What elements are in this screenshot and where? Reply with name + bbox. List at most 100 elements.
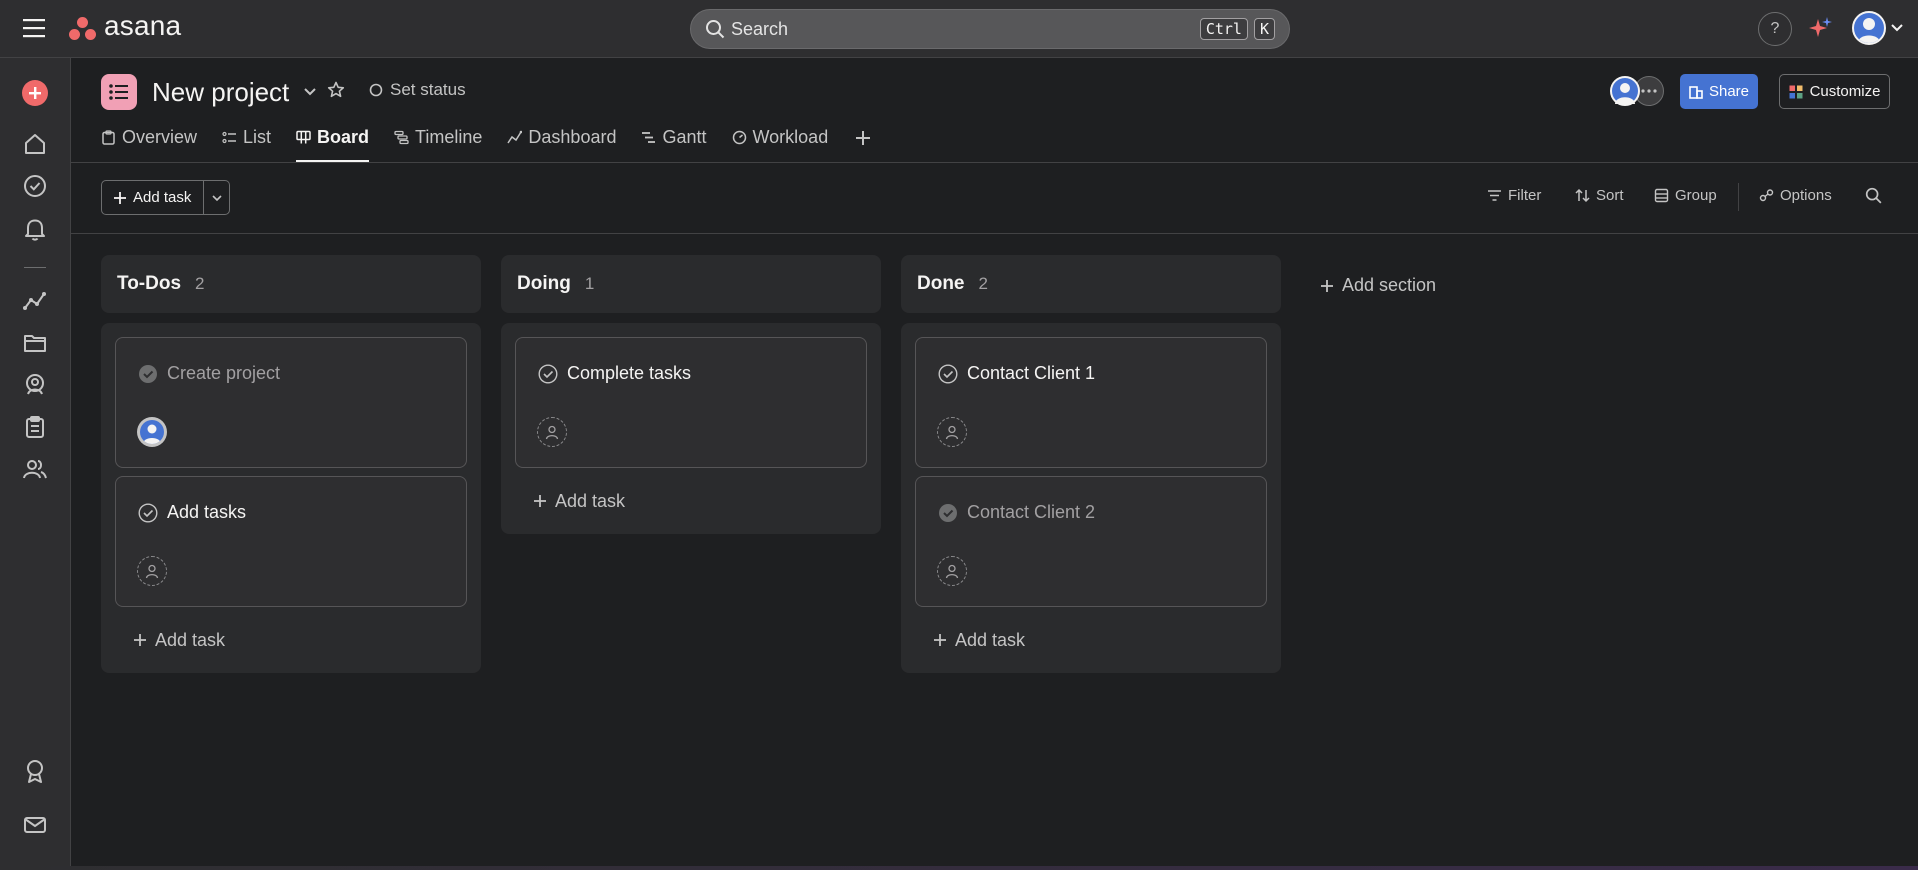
goals-person-icon[interactable] [22,372,48,398]
completed-check-icon[interactable] [938,503,958,523]
add-tab-plus-icon[interactable] [853,128,873,148]
tab-label: Workload [752,127,829,147]
toolbar-divider [71,233,1918,234]
tab-label: Gantt [662,127,707,147]
set-status-button[interactable]: Set status [369,80,466,100]
share-label: Share [1708,83,1750,100]
task-card[interactable]: Add tasks [115,476,467,607]
filter-icon [1488,190,1501,201]
asana-logo[interactable]: asana [68,12,181,42]
group-button[interactable]: Group [1654,187,1717,204]
add-task-button[interactable]: Add task [101,180,205,215]
column-name: Doing [517,273,571,294]
column-header[interactable]: Done 2 [901,255,1281,313]
favorite-star-icon[interactable] [327,81,345,99]
column-add-task-button[interactable]: Add task [515,476,867,526]
tab-dashboard[interactable]: Dashboard [507,124,616,162]
chevron-down-icon[interactable] [1890,22,1904,34]
column-header[interactable]: To-Dos 2 [101,255,481,313]
toolbar-separator [1738,183,1739,211]
board-column-done: Done 2 Contact Client 1 Contact Client 2… [901,255,1281,673]
task-name: Contact Client 2 [967,502,1096,522]
help-button[interactable]: ? [1758,12,1792,46]
workload-gauge-icon [732,130,746,145]
user-avatar[interactable] [1852,11,1886,45]
board-icon [296,130,311,144]
filter-label: Filter [1508,187,1542,204]
assign-placeholder-icon[interactable] [937,417,967,447]
tab-overview[interactable]: Overview [101,124,197,162]
list-icon [222,131,237,144]
achievements-ribbon-icon[interactable] [22,758,48,784]
task-card[interactable]: Complete tasks [515,337,867,468]
assign-placeholder-icon[interactable] [537,417,567,447]
add-task-label: Add task [955,629,1026,650]
project-menu-chevron-icon[interactable] [303,84,317,98]
column-header[interactable]: Doing 1 [501,255,881,313]
ai-sparkle-icon[interactable] [1808,15,1834,41]
assignee-avatar[interactable] [137,417,167,447]
tab-board[interactable]: Board [296,124,370,162]
complete-check-icon[interactable] [138,503,158,523]
column-add-task-button[interactable]: Add task [115,615,467,665]
inbox-bell-icon[interactable] [22,216,48,242]
add-section-button[interactable]: Add section [1320,275,1436,296]
tab-label: Dashboard [528,127,617,147]
options-button[interactable]: Options [1759,187,1832,204]
task-name: Add tasks [167,502,247,522]
plus-icon [134,634,146,646]
filter-button[interactable]: Filter [1487,187,1541,204]
home-icon[interactable] [22,131,48,157]
task-card[interactable]: Contact Client 2 [915,476,1267,607]
create-icon[interactable] [22,80,48,106]
complete-check-icon[interactable] [938,364,958,384]
project-list-icon[interactable] [101,74,137,110]
top-bar: asana Search Ctrl K ? [0,0,1918,58]
portfolios-folder-icon[interactable] [22,330,48,356]
plus-icon [934,634,946,646]
my-tasks-icon[interactable] [22,173,48,199]
add-section-label: Add section [1342,275,1437,295]
column-add-task-button[interactable]: Add task [915,615,1267,665]
project-tabs: Overview List Board Timeline Dashboard G… [101,124,873,162]
teams-icon[interactable] [22,456,48,482]
project-members[interactable] [1610,76,1666,108]
task-card[interactable]: Create project [115,337,467,468]
add-task-label: Add task [555,490,626,511]
column-name: Done [917,273,965,294]
add-task-label: Add task [133,189,192,206]
status-circle-icon [369,83,383,97]
hamburger-menu-icon[interactable] [22,17,48,39]
clipboard-icon[interactable] [22,414,48,440]
sort-arrows-icon [1575,188,1590,203]
assign-placeholder-icon[interactable] [137,556,167,586]
tab-list[interactable]: List [222,124,271,162]
task-name: Contact Client 1 [967,363,1096,383]
tab-timeline[interactable]: Timeline [394,124,482,162]
search-bar[interactable]: Search Ctrl K [690,9,1290,49]
search-input[interactable]: Search [731,19,1194,40]
reporting-icon[interactable] [22,288,48,314]
member-avatar[interactable] [1610,76,1640,106]
tab-gantt[interactable]: Gantt [641,124,707,162]
column-body: Contact Client 1 Contact Client 2 Add ta… [901,323,1281,673]
board-search-button[interactable] [1865,187,1882,204]
tab-workload[interactable]: Workload [732,124,829,162]
tab-label: Overview [122,127,198,147]
task-card[interactable]: Contact Client 1 [915,337,1267,468]
add-task-dropdown[interactable] [204,180,231,215]
share-button[interactable]: Share [1680,74,1758,109]
complete-check-icon[interactable] [538,364,558,384]
search-icon [1865,187,1882,204]
bottom-edge [0,866,1918,870]
completed-check-icon[interactable] [138,364,158,384]
task-name: Create project [167,363,281,383]
board-column-doing: Doing 1 Complete tasks Add task [501,255,881,534]
assign-placeholder-icon[interactable] [937,556,967,586]
customize-button[interactable]: Customize [1779,74,1890,109]
plus-icon [1321,279,1333,292]
shortcut-key-ctrl: Ctrl [1199,18,1248,40]
invite-mail-icon[interactable] [22,812,48,838]
sort-button[interactable]: Sort [1575,187,1624,204]
project-title[interactable]: New project [152,76,289,108]
